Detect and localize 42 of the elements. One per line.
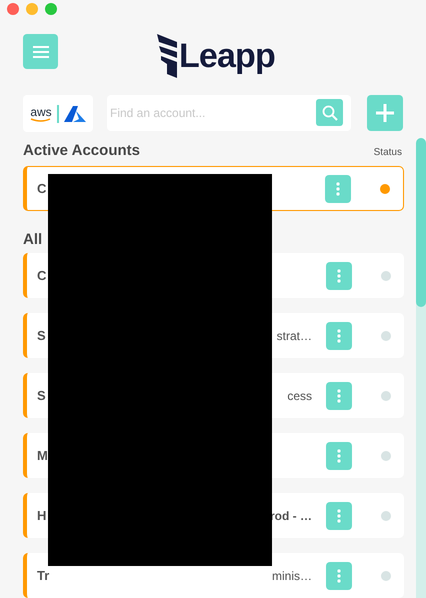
more-icon bbox=[337, 508, 341, 522]
section-heading: All bbox=[23, 231, 42, 248]
wing-icon bbox=[157, 34, 179, 78]
add-button[interactable] bbox=[367, 95, 403, 131]
options-button[interactable] bbox=[326, 322, 352, 350]
account-name: S bbox=[37, 386, 46, 405]
account-name: H bbox=[37, 506, 46, 525]
provider-selector[interactable]: aws bbox=[23, 95, 93, 132]
window-control-button[interactable] bbox=[26, 3, 38, 15]
account-detail: strat… bbox=[276, 328, 312, 344]
account-name: Tr bbox=[37, 566, 50, 585]
column-heading: Status bbox=[374, 148, 402, 158]
more-icon bbox=[337, 388, 341, 402]
options-button[interactable] bbox=[326, 442, 352, 470]
search-button[interactable] bbox=[316, 99, 343, 126]
aws-logo: aws bbox=[30, 106, 52, 122]
more-icon bbox=[336, 182, 340, 196]
account-detail: minis… bbox=[272, 568, 312, 584]
plus-icon bbox=[376, 104, 394, 122]
options-button[interactable] bbox=[326, 502, 352, 530]
window-control-button[interactable] bbox=[45, 3, 57, 15]
options-button[interactable] bbox=[326, 262, 352, 290]
options-button[interactable] bbox=[325, 174, 351, 202]
more-icon bbox=[337, 568, 341, 582]
options-button[interactable] bbox=[326, 562, 352, 590]
more-icon bbox=[337, 268, 341, 282]
scrollbar-thumb[interactable] bbox=[416, 138, 426, 307]
search-icon bbox=[322, 104, 338, 120]
account-name: S bbox=[37, 326, 46, 345]
logo-text: Leapp bbox=[179, 39, 275, 73]
more-icon bbox=[337, 448, 341, 462]
account-name: M bbox=[37, 446, 48, 465]
options-button[interactable] bbox=[326, 382, 352, 410]
azure-icon bbox=[64, 106, 86, 122]
window-control-button[interactable] bbox=[7, 3, 19, 15]
account-name: C bbox=[37, 266, 46, 285]
menu-icon bbox=[32, 46, 48, 58]
account-detail: cess bbox=[287, 388, 312, 404]
menu-button[interactable] bbox=[23, 34, 58, 69]
more-icon bbox=[337, 328, 341, 342]
account-name: C bbox=[37, 180, 46, 198]
section-heading: Active Accounts bbox=[23, 143, 140, 158]
